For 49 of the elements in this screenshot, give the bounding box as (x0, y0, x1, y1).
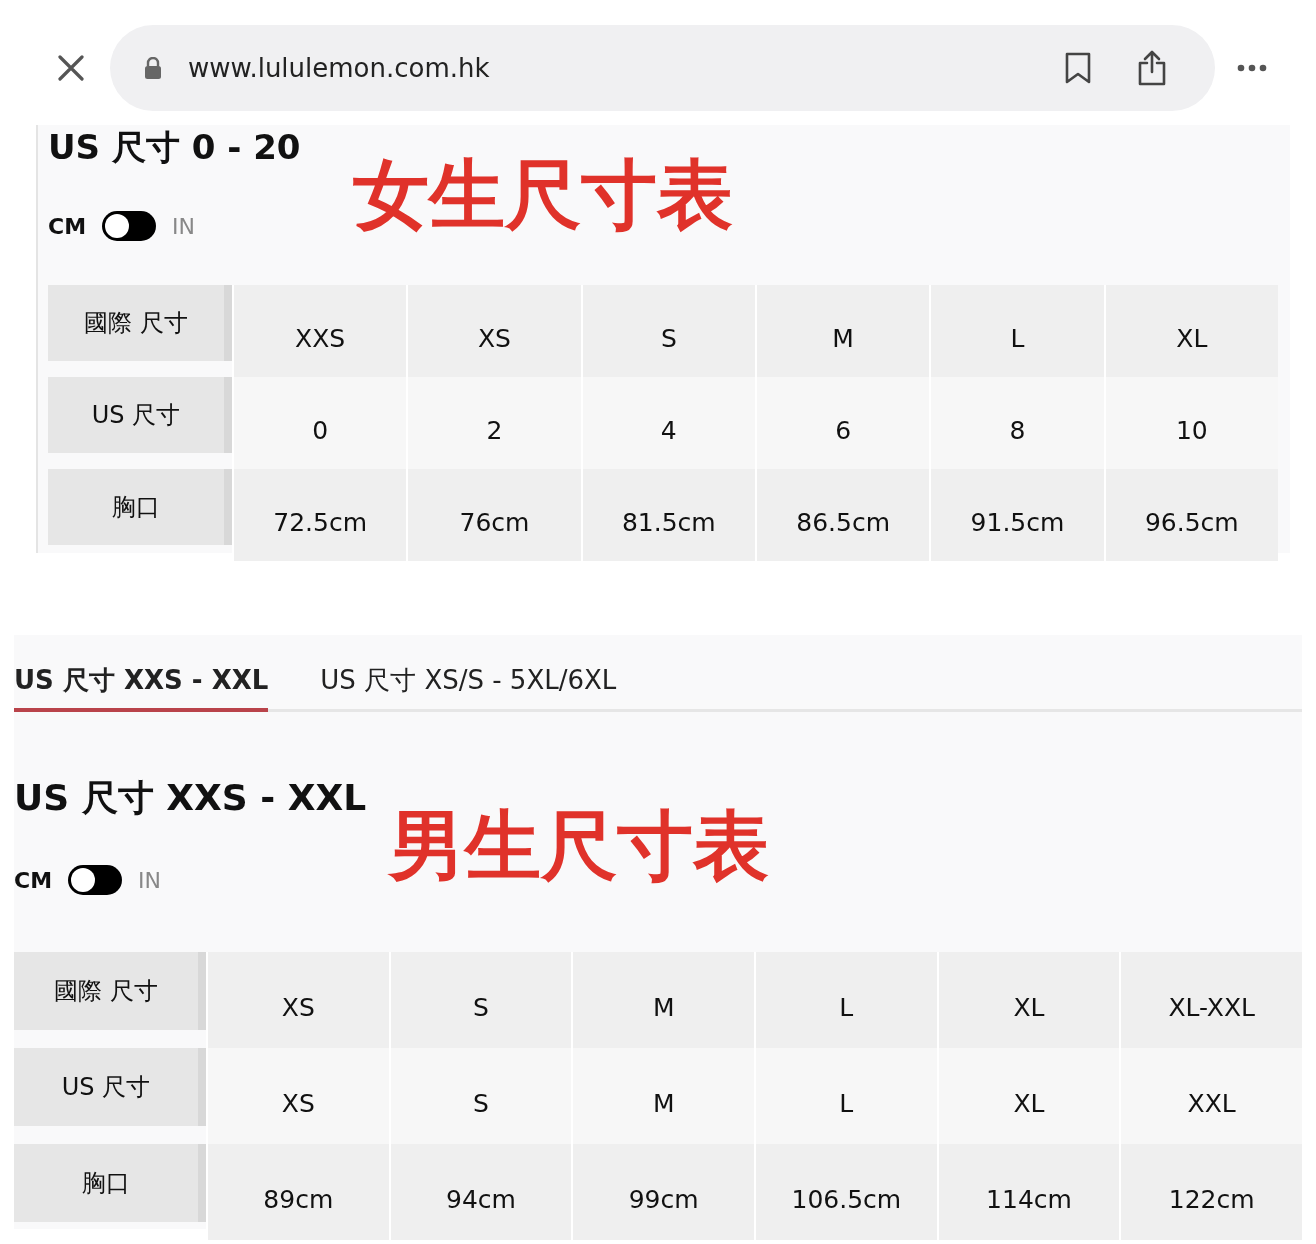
table-cell: 99cm (571, 1144, 754, 1240)
table-cell: M (755, 285, 930, 377)
size-tab[interactable]: US 尺寸 XXS - XXL (14, 655, 269, 712)
table-cell: S (580, 285, 755, 377)
chart-title: US 尺寸 0 - 20 (48, 126, 302, 169)
url-text: www.lululemon.com.hk (188, 53, 491, 83)
table-cell: XS (206, 952, 389, 1048)
close-icon[interactable] (58, 55, 84, 81)
annotation-text: 男生尺寸表 (389, 800, 769, 892)
table-cell: 122cm (1119, 1144, 1302, 1240)
bookmark-icon[interactable] (1065, 52, 1091, 84)
chart-title: US 尺寸 XXS - XXL (14, 776, 368, 820)
row-header: 國際 尺寸 (14, 952, 206, 1030)
table-cell: XL (936, 952, 1120, 1048)
address-bar[interactable]: www.lululemon.com.hk (110, 25, 1215, 111)
table-cell: 86.5cm (755, 469, 930, 561)
unit-label: IN (172, 213, 195, 239)
table-cell: XS (406, 285, 581, 377)
table-cell: 106.5cm (754, 1144, 937, 1240)
row-header: 胸口 (14, 1144, 206, 1222)
table-cell: 72.5cm (232, 469, 407, 561)
more-icon[interactable] (1237, 64, 1267, 72)
table-cell: L (754, 952, 937, 1048)
table-cell: XXS (232, 285, 407, 377)
unit-toggle[interactable] (68, 865, 123, 895)
row-header: 胸口 (48, 469, 232, 545)
unit-label: CM (14, 867, 53, 893)
unit-toggle[interactable] (102, 211, 157, 241)
row-header: US 尺寸 (48, 377, 232, 453)
row-header: 國際 尺寸 (48, 285, 232, 361)
table-cell: 89cm (206, 1144, 389, 1240)
table-cell: 114cm (936, 1144, 1120, 1240)
table-cell: M (571, 952, 754, 1048)
unit-label: CM (48, 213, 87, 239)
table-cell: 81.5cm (580, 469, 755, 561)
unit-label: IN (138, 867, 161, 893)
table-cell: 91.5cm (929, 469, 1104, 561)
table-cell: XL (1103, 285, 1278, 377)
share-icon[interactable] (1137, 50, 1167, 86)
table-cell: 76cm (406, 469, 581, 561)
table-cell: S (388, 952, 572, 1048)
table-cell: XL-XXL (1119, 952, 1302, 1048)
lock-icon (144, 57, 162, 79)
table-cell: 96.5cm (1103, 469, 1278, 561)
size-tab[interactable]: US 尺寸 XS/S - 5XL/6XL (320, 655, 617, 712)
row-header: US 尺寸 (14, 1048, 206, 1126)
table-cell: 94cm (388, 1144, 572, 1240)
table-cell: L (929, 285, 1104, 377)
annotation-text: 女生尺寸表 (353, 149, 733, 241)
